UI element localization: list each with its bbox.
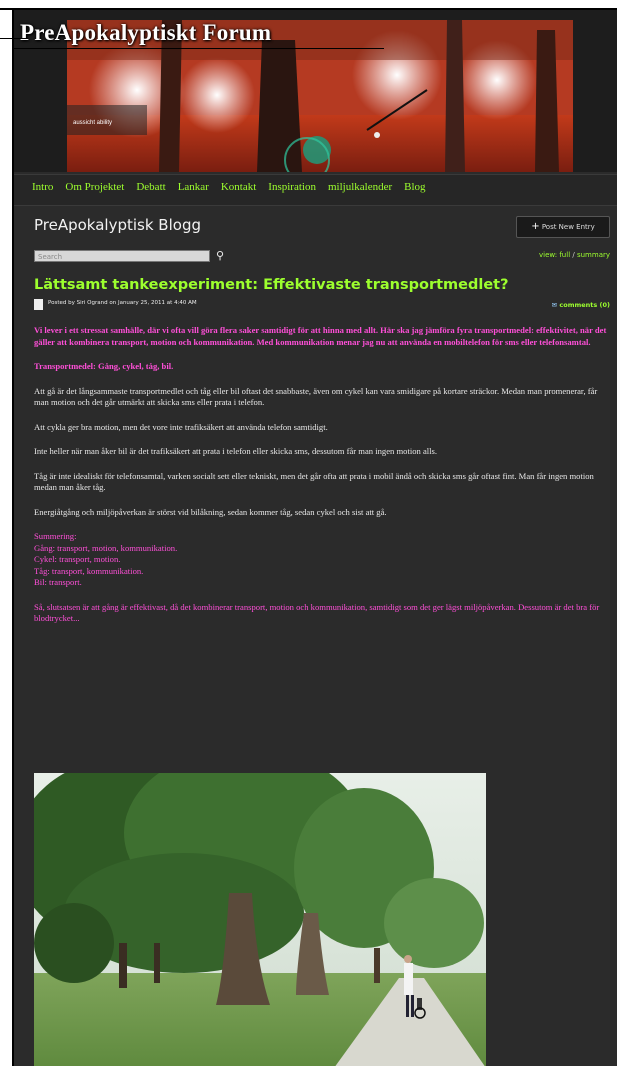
post-paragraph: Energiåtgång och miljöpåverkan är störst… bbox=[34, 506, 387, 517]
summary-line: Bil: transport. bbox=[34, 577, 82, 587]
park-photo bbox=[34, 773, 486, 1066]
title-underline bbox=[14, 48, 384, 49]
search-row: Search ⚲ view: full / summary bbox=[32, 248, 610, 266]
site-header: aussicht ability PreApokalyptiskt Forum bbox=[14, 10, 617, 172]
site-title[interactable]: PreApokalyptiskt Forum bbox=[20, 20, 271, 46]
plus-icon: + bbox=[531, 221, 540, 232]
search-input[interactable]: Search bbox=[34, 250, 210, 262]
summary-line: Tåg: transport, kommunikation. bbox=[34, 565, 144, 576]
post-meta: Posted by Siri Ogrand on January 25, 201… bbox=[34, 299, 610, 313]
nav-item-om-projektet[interactable]: Om Projektet bbox=[65, 175, 130, 193]
post-new-entry-label: Post New Entry bbox=[541, 223, 595, 231]
post-title[interactable]: Lättsamt tankeexperiment: Effektivaste t… bbox=[34, 277, 614, 293]
blog-header: PreApokalyptisk Blogg + Post New Entry bbox=[32, 216, 610, 246]
post-body: Vi lever i ett stressat samhälle, där vi… bbox=[34, 325, 612, 638]
post-intro: Vi lever i ett stressat samhälle, där vi… bbox=[34, 325, 607, 347]
page-frame: aussicht ability PreApokalyptiskt Forum … bbox=[12, 8, 617, 1066]
post-meta-text: Posted by Siri Ogrand on January 25, 201… bbox=[48, 300, 197, 306]
summary-line: Cykel: transport, motion. bbox=[34, 554, 121, 564]
nav-item-blog[interactable]: Blog bbox=[404, 175, 431, 193]
corner-tick bbox=[0, 38, 28, 39]
search-icon[interactable]: ⚲ bbox=[216, 249, 224, 262]
summary-heading: Summering: bbox=[34, 531, 77, 541]
comments-count: comments (0) bbox=[559, 301, 610, 309]
summary-line: Gång: transport, motion, kommunikation. bbox=[34, 542, 178, 553]
blog-title: PreApokalyptisk Blogg bbox=[34, 216, 201, 234]
main-nav: Intro Om Projektet Debatt Lankar Kontakt… bbox=[14, 174, 617, 206]
view-switcher: view: full / summary bbox=[539, 251, 610, 259]
comments-link[interactable]: ✉ comments (0) bbox=[552, 301, 610, 309]
post-subheading: Transportmedel: Gång, cykel, tåg, bil. bbox=[34, 361, 174, 371]
nav-item-intro[interactable]: Intro bbox=[32, 175, 59, 193]
banner-caption: aussicht ability bbox=[73, 120, 112, 126]
post-paragraph: Att cykla ger bra motion, men det vore i… bbox=[34, 421, 328, 432]
view-summary-link[interactable]: summary bbox=[577, 251, 610, 259]
view-separator: / bbox=[572, 251, 575, 259]
nav-item-kontakt[interactable]: Kontakt bbox=[221, 175, 262, 193]
post-paragraph: Inte heller när man åker bil är det traf… bbox=[34, 446, 438, 456]
post-paragraph: Att gå är det långsammaste transportmedl… bbox=[34, 385, 598, 408]
author-avatar-icon bbox=[34, 299, 43, 310]
post-paragraph: Tåg är inte idealiskt för telefonsamtal,… bbox=[34, 470, 594, 493]
post-new-entry-button[interactable]: + Post New Entry bbox=[516, 216, 610, 238]
post-conclusion: Så, slutsatsen är att gång är effektivas… bbox=[34, 601, 600, 624]
nav-item-inspiration[interactable]: Inspiration bbox=[268, 175, 322, 193]
comment-bubble-icon: ✉ bbox=[551, 301, 558, 309]
view-label: view: bbox=[539, 251, 558, 259]
nav-item-miljulkalender[interactable]: miljulkalender bbox=[328, 175, 398, 193]
nav-item-lankar[interactable]: Lankar bbox=[178, 175, 215, 193]
view-full-link[interactable]: full bbox=[559, 251, 570, 259]
nav-item-debatt[interactable]: Debatt bbox=[136, 175, 171, 193]
summary-block: Summering: Gång: transport, motion, komm… bbox=[34, 531, 612, 589]
